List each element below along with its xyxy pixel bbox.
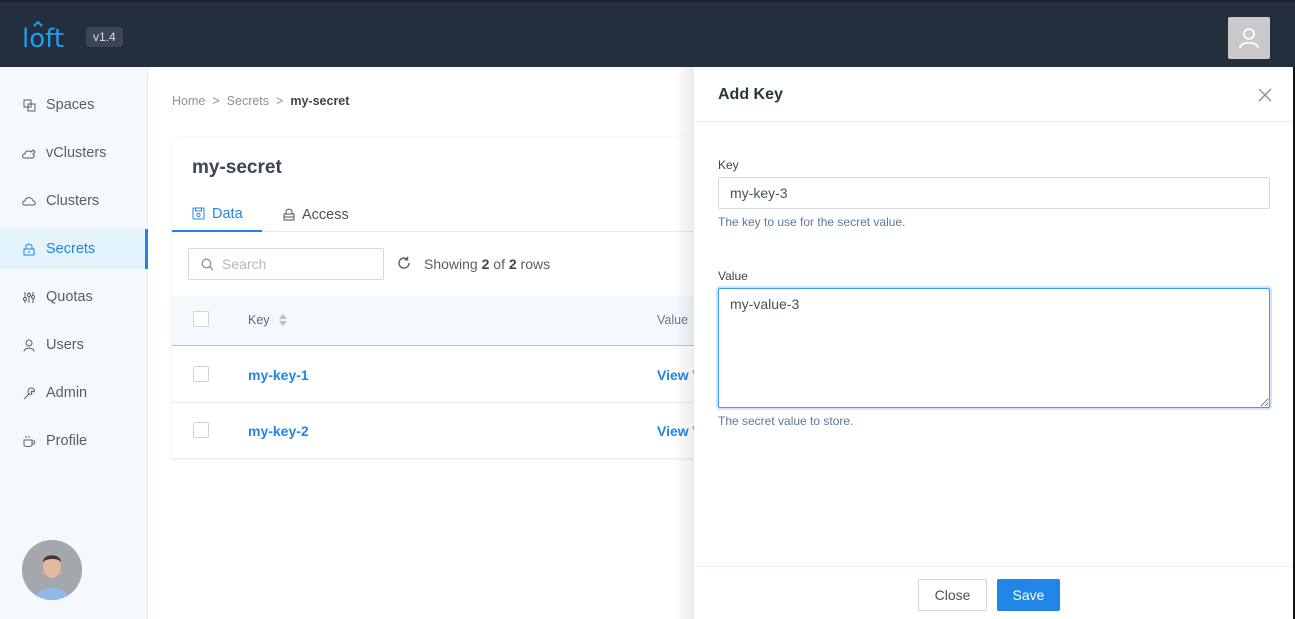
sidebar-item-vclusters[interactable]: vClusters <box>0 133 148 173</box>
sidebar-item-secrets[interactable]: Secrets <box>0 229 148 269</box>
save-icon <box>192 207 205 220</box>
sliders-icon <box>22 290 36 304</box>
table-header: Key Value <box>172 296 712 346</box>
drawer-shadow <box>674 67 694 619</box>
value-textarea[interactable]: my-value-3 <box>718 288 1270 408</box>
drawer-header: Add Key <box>694 67 1293 122</box>
breadcrumb-separator: > <box>212 94 220 108</box>
row-count-of: of <box>493 256 505 272</box>
tabs: Data Access <box>172 197 712 232</box>
table-row: my-key-1 View Value <box>172 347 729 403</box>
logo-text: loft <box>22 24 64 50</box>
drawer-title: Add Key <box>718 86 783 103</box>
sidebar-item-quotas[interactable]: Quotas <box>0 277 148 317</box>
wrench-icon <box>22 386 36 400</box>
sidebar-item-spaces[interactable]: Spaces <box>0 85 148 125</box>
sidebar-item-label: vClusters <box>46 145 107 161</box>
sort-icon <box>278 314 287 326</box>
key-hint: The key to use for the secret value. <box>718 215 906 229</box>
tab-access[interactable]: Access <box>283 197 349 232</box>
sidebar-item-profile[interactable]: Profile <box>0 421 148 461</box>
page-title: my-secret <box>192 157 282 178</box>
row-key-link[interactable]: my-key-1 <box>248 367 309 383</box>
breadcrumb-home[interactable]: Home <box>172 94 205 108</box>
sidebar: Spaces vClusters Clusters Secrets Quotas… <box>0 67 148 619</box>
breadcrumb: Home > Secrets > my-secret <box>172 94 349 108</box>
row-count-total: 2 <box>508 256 517 272</box>
row-count: Showing 2 of 2 rows <box>424 256 550 272</box>
search-icon <box>201 258 214 270</box>
cloud-icon <box>22 194 36 208</box>
refresh-icon[interactable] <box>397 256 411 270</box>
row-count-suffix: rows <box>520 256 551 272</box>
tab-data[interactable]: Data <box>172 197 262 232</box>
close-button[interactable]: Close <box>918 579 987 611</box>
search-input[interactable] <box>222 256 372 272</box>
breadcrumb-current: my-secret <box>290 94 350 108</box>
sidebar-item-label: Spaces <box>46 97 95 113</box>
user-icon <box>22 338 36 352</box>
add-key-drawer: Add Key Key The key to use for the secre… <box>694 67 1295 619</box>
lock-icon <box>22 242 36 256</box>
column-header-key[interactable]: Key <box>248 313 288 327</box>
spaces-icon <box>22 98 36 112</box>
key-label: Key <box>718 158 739 172</box>
user-icon <box>1239 28 1259 49</box>
version-badge: v1.4 <box>86 27 123 47</box>
user-menu-button[interactable] <box>1228 17 1270 59</box>
value-label: Value <box>718 269 748 283</box>
row-checkbox[interactable] <box>193 366 209 382</box>
select-all-checkbox[interactable] <box>193 311 209 327</box>
tab-label: Access <box>302 206 349 223</box>
row-count-prefix: Showing <box>424 256 478 272</box>
top-bar: loft v1.4 <box>0 0 1295 67</box>
avatar[interactable] <box>22 540 82 600</box>
breadcrumb-secrets[interactable]: Secrets <box>227 94 269 108</box>
row-checkbox[interactable] <box>193 422 209 438</box>
value-hint: The secret value to store. <box>718 414 854 428</box>
sidebar-item-clusters[interactable]: Clusters <box>0 181 148 221</box>
coffee-icon <box>22 434 36 448</box>
sidebar-item-label: Admin <box>46 385 88 401</box>
lock-icon <box>283 208 295 221</box>
close-icon[interactable] <box>1257 87 1273 103</box>
search-field[interactable] <box>188 248 384 280</box>
vclusters-icon <box>22 146 36 160</box>
sidebar-item-users[interactable]: Users <box>0 325 148 365</box>
row-key-link[interactable]: my-key-2 <box>248 423 309 439</box>
key-input[interactable] <box>718 177 1270 209</box>
save-button[interactable]: Save <box>997 579 1060 611</box>
sidebar-item-label: Clusters <box>46 193 100 209</box>
secret-card: my-secret Data Access Showing 2 of 2 row… <box>172 137 729 459</box>
tab-label: Data <box>212 205 243 222</box>
drawer-footer: Close Save <box>694 566 1293 619</box>
loft-logo[interactable]: loft <box>22 20 72 50</box>
table-row: my-key-2 View Value <box>172 403 729 459</box>
sidebar-item-admin[interactable]: Admin <box>0 373 148 413</box>
sidebar-item-label: Profile <box>46 433 88 449</box>
sidebar-item-label: Users <box>46 337 84 353</box>
column-header-label: Key <box>248 313 270 327</box>
row-count-shown: 2 <box>481 256 490 272</box>
sidebar-item-label: Secrets <box>46 241 96 257</box>
sidebar-item-label: Quotas <box>46 289 93 305</box>
breadcrumb-separator: > <box>276 94 284 108</box>
